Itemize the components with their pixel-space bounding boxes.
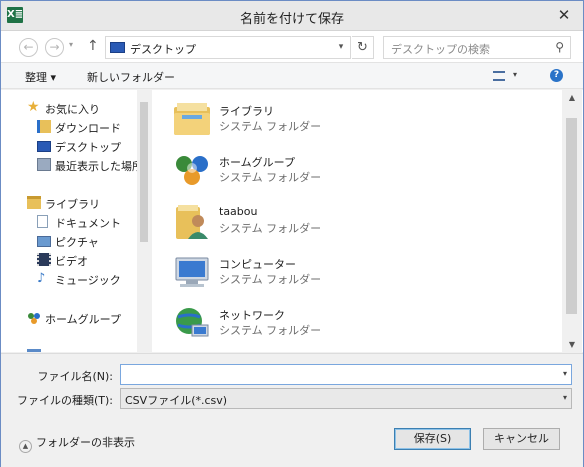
up-button[interactable]: ↑: [87, 38, 99, 54]
file-type: システム フォルダー: [219, 120, 322, 133]
save-button[interactable]: 保存(S): [394, 428, 471, 450]
file-type: システム フォルダー: [219, 273, 322, 286]
sidebar-item-label: ダウンロード: [55, 122, 121, 135]
sidebar-item-label: ミュージック: [55, 274, 121, 287]
videos-icon: [37, 253, 51, 266]
help-icon[interactable]: ?: [550, 69, 563, 82]
cancel-button[interactable]: キャンセル: [483, 428, 560, 450]
address-dropdown-icon[interactable]: ▾: [331, 36, 351, 59]
back-button[interactable]: ←: [19, 38, 38, 57]
address-bar[interactable]: デスクトップ: [105, 36, 351, 59]
file-name: ホームグループ: [219, 156, 296, 169]
file-name: taabou: [219, 205, 258, 218]
list-item[interactable]: ネットワーク システム フォルダー: [172, 299, 452, 347]
navigation-pane: ★ お気に入り ダウンロード デスクトップ 最近表示した場所 ライブラリ ドキュ…: [1, 90, 151, 352]
scroll-up-icon[interactable]: ▲: [562, 93, 582, 102]
view-dropdown-icon[interactable]: ▾: [513, 70, 517, 79]
search-icon[interactable]: ⚲: [555, 40, 564, 54]
save-as-dialog: X≣ 名前を付けて保存 ✕ ← → ▾ ↑ デスクトップ ▾ ↻ デスクトップの…: [0, 0, 584, 467]
library-folder-icon: [174, 103, 210, 135]
scroll-down-icon[interactable]: ▼: [562, 340, 582, 349]
star-icon: ★: [27, 99, 40, 115]
sidebar-item-label: ホームグループ: [45, 313, 122, 326]
file-type: システム フォルダー: [219, 222, 322, 235]
hide-folders-button[interactable]: ▲ フォルダーの非表示: [19, 434, 135, 453]
scrollbar-thumb[interactable]: [140, 102, 148, 242]
hide-folders-label: フォルダーの非表示: [36, 436, 135, 449]
chevron-down-icon[interactable]: ▾: [563, 369, 567, 378]
list-item[interactable]: コンピューター システム フォルダー: [172, 248, 452, 296]
computer-icon: [27, 349, 41, 352]
homegroup-icon: [176, 156, 208, 185]
sidebar-item-label: ピクチャ: [55, 236, 99, 249]
filename-input[interactable]: ▾: [120, 364, 572, 385]
forward-button[interactable]: →: [45, 38, 64, 57]
address-text: デスクトップ: [130, 43, 196, 56]
homegroup-icon: [27, 311, 41, 324]
navigation-bar: ← → ▾ ↑ デスクトップ ▾ ↻ デスクトップの検索 ⚲: [1, 31, 583, 63]
recent-places-icon: [37, 158, 51, 171]
organize-button[interactable]: 整理 ▾: [25, 69, 56, 85]
file-type: システム フォルダー: [219, 324, 322, 337]
sidebar-item-label: お気に入り: [45, 103, 100, 116]
file-type: システム フォルダー: [219, 171, 322, 184]
close-button[interactable]: ✕: [553, 5, 575, 25]
list-item[interactable]: ライブラリ システム フォルダー: [172, 95, 452, 143]
music-icon: ♪: [37, 271, 46, 286]
download-folder-icon: [37, 120, 51, 133]
library-icon: [27, 196, 41, 209]
command-toolbar: 整理 ▾ 新しいフォルダー ▾ ?: [1, 63, 583, 89]
scrollbar-thumb[interactable]: [566, 118, 577, 314]
list-item[interactable]: ホームグループ システム フォルダー: [172, 146, 452, 194]
view-options-icon[interactable]: [493, 71, 505, 81]
pictures-icon: [37, 236, 51, 247]
filetype-select[interactable]: CSVファイル(*.csv) ▾: [120, 388, 572, 409]
file-name: ネットワーク: [219, 309, 285, 322]
file-list-scrollbar[interactable]: ▲ ▼: [562, 90, 582, 352]
list-item[interactable]: taabou システム フォルダー: [172, 197, 452, 245]
sidebar-item-label: ビデオ: [55, 255, 88, 268]
chevron-up-icon: ▲: [19, 440, 32, 453]
navigation-scrollbar[interactable]: [137, 90, 151, 352]
new-folder-button[interactable]: 新しいフォルダー: [87, 69, 175, 85]
sidebar-item-label: ライブラリ: [45, 198, 100, 211]
chevron-down-icon[interactable]: ▾: [563, 393, 567, 402]
sidebar-item-label: デスクトップ: [55, 141, 121, 154]
refresh-button[interactable]: ↻: [352, 36, 374, 59]
computer-icon: [175, 257, 209, 287]
file-list: ライブラリ システム フォルダー ホームグループ システム フォルダー taab…: [152, 90, 583, 352]
save-form: ファイル名(N): ▾ ファイルの種類(T): CSVファイル(*.csv) ▾…: [1, 353, 583, 467]
file-name: コンピューター: [219, 258, 296, 271]
documents-icon: [37, 215, 48, 228]
search-placeholder: デスクトップの検索: [391, 43, 490, 56]
sidebar-item-label: 最近表示した場所: [55, 160, 143, 173]
dialog-title: 名前を付けて保存: [239, 12, 344, 27]
file-name: ライブラリ: [219, 105, 274, 118]
filename-label: ファイル名(N):: [37, 370, 113, 383]
filetype-value: CSVファイル(*.csv): [125, 394, 228, 407]
sidebar-item-label: ドキュメント: [55, 217, 121, 230]
desktop-icon: [37, 141, 51, 152]
recent-locations-icon[interactable]: ▾: [69, 40, 73, 49]
network-icon: [176, 308, 209, 337]
title-bar: X≣ 名前を付けて保存 ✕: [1, 1, 583, 31]
search-input[interactable]: デスクトップの検索 ⚲: [383, 36, 571, 59]
desktop-icon: [110, 42, 125, 53]
user-folder-icon: [176, 205, 208, 239]
filetype-label: ファイルの種類(T):: [16, 394, 113, 407]
